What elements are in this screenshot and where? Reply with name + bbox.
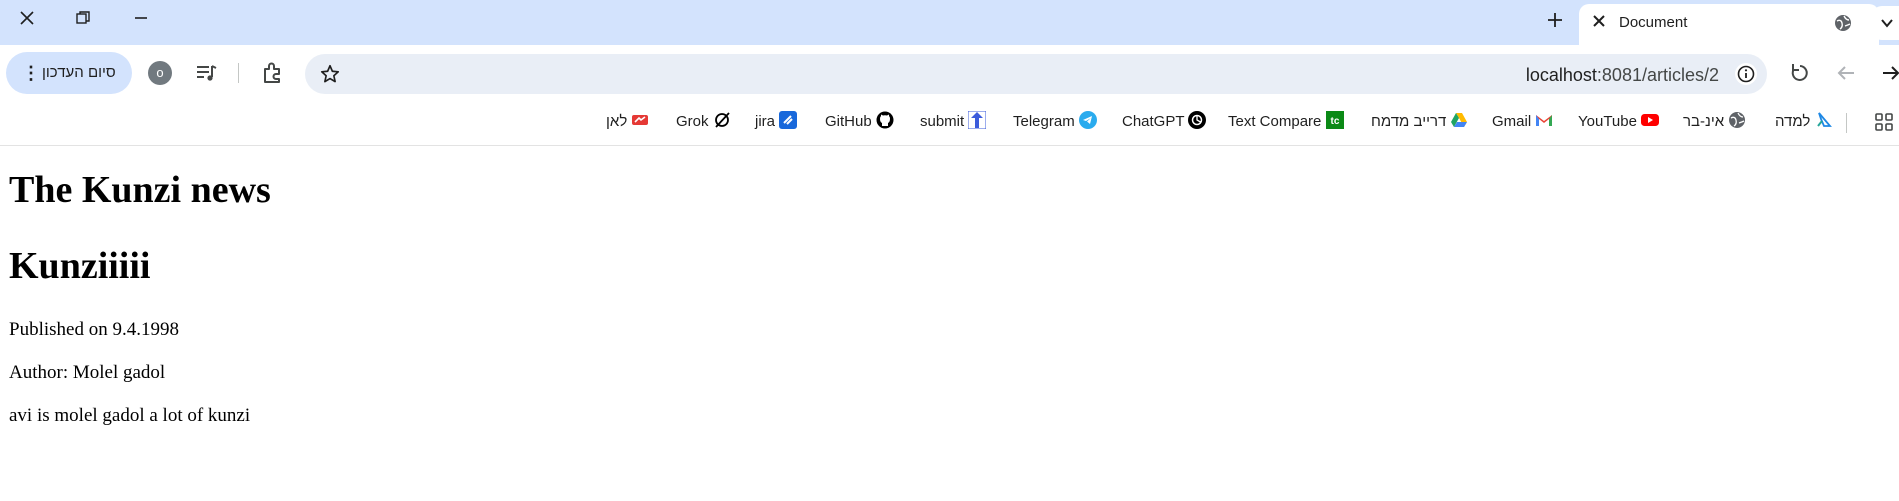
minimize-icon <box>135 17 147 19</box>
bookmark-github[interactable]: GitHub <box>825 111 894 133</box>
minimize-window-button[interactable] <box>121 8 161 32</box>
published-date: Published on 9.4.1998 <box>9 319 179 340</box>
update-button-label: סיום העדכון <box>42 64 116 81</box>
close-icon <box>20 11 34 25</box>
bookmark-label: GitHub <box>825 113 872 130</box>
url-path: :8081/articles/2 <box>1596 65 1719 85</box>
bookmark-label: דרייב מדמח <box>1371 113 1447 130</box>
bookmark-label: Telegram <box>1013 113 1075 130</box>
restore-icon <box>76 11 90 24</box>
bookmark-label: למדה <box>1775 113 1811 130</box>
telegram-icon <box>1078 111 1097 129</box>
address-bar[interactable]: localhost:8081/articles/2 <box>305 54 1767 94</box>
bookmark-chatgpt[interactable]: ChatGPT <box>1122 111 1207 133</box>
tab-strip: Document <box>0 0 1899 45</box>
chatgpt-icon <box>1188 111 1207 129</box>
bookmark-grok[interactable]: Grok <box>676 111 731 133</box>
browser-tab[interactable]: Document <box>1579 4 1879 45</box>
toolbar-separator <box>238 63 239 83</box>
restore-window-button[interactable] <box>63 8 103 32</box>
apps-grid-icon[interactable] <box>1874 112 1894 132</box>
info-icon <box>1737 65 1755 83</box>
forward-icon[interactable] <box>1878 60 1899 86</box>
globe-icon <box>1835 15 1851 31</box>
bookmark-text-compare[interactable]: Text Compare tc <box>1228 111 1344 133</box>
url-text[interactable]: localhost:8081/articles/2 <box>1526 64 1719 86</box>
bookmark-label: YouTube <box>1578 113 1637 130</box>
bookmark-jira[interactable]: jira <box>755 111 798 133</box>
bookmark-lamda[interactable]: למדה <box>1775 111 1833 133</box>
bookmark-gmail[interactable]: Gmail <box>1492 111 1553 133</box>
bookmarks-bar: לאן Grok jira GitHub submit Telegram Cha… <box>0 100 1899 146</box>
lan-icon <box>632 115 649 125</box>
extensions-icon[interactable] <box>260 60 286 86</box>
more-menu-icon: ⋮ <box>22 63 40 83</box>
bookmark-label: לאן <box>606 113 628 130</box>
globe-icon <box>1729 112 1746 128</box>
update-button[interactable]: ⋮ סיום העדכון <box>6 52 132 94</box>
toolbar: ⋮ סיום העדכון o localhost:8081/articles/… <box>0 45 1899 100</box>
bookmark-label: Gmail <box>1492 113 1532 130</box>
bookmark-label: Grok <box>676 113 709 130</box>
tab-search-button[interactable] <box>1872 6 1899 40</box>
star-icon[interactable] <box>319 63 341 85</box>
bookmark-submit[interactable]: submit <box>920 111 987 133</box>
back-icon[interactable] <box>1833 60 1859 86</box>
article-body: avi is molel gadol a lot of kunzi <box>9 405 251 426</box>
bookmarks-separator <box>1846 113 1847 133</box>
bookmark-lan[interactable]: לאן <box>606 111 649 133</box>
chevron-down-icon <box>1881 19 1893 28</box>
drive-icon <box>1451 113 1468 127</box>
bookmark-telegram[interactable]: Telegram <box>1013 111 1097 133</box>
article-author: Author: Molel gadol <box>9 362 166 383</box>
bookmark-label: submit <box>920 113 965 130</box>
reload-icon[interactable] <box>1787 60 1813 86</box>
svg-text:tc: tc <box>1330 116 1339 127</box>
tab-title: Document <box>1619 14 1688 31</box>
close-icon <box>1593 15 1605 27</box>
close-window-button[interactable] <box>7 8 47 32</box>
article-title: Kunziiiii <box>9 245 151 287</box>
tab-close-button[interactable] <box>1589 13 1609 33</box>
bookmark-in-bar[interactable]: אינ-בר <box>1683 111 1746 133</box>
bookmark-label: ChatGPT <box>1122 113 1185 130</box>
gmail-icon <box>1536 114 1553 126</box>
profile-avatar[interactable]: o <box>148 61 172 85</box>
jira-icon <box>779 111 798 129</box>
grok-icon <box>714 112 730 128</box>
media-control-icon[interactable] <box>193 60 219 86</box>
page-content: The Kunzi news Kunziiiii Published on 9.… <box>0 146 1899 501</box>
page-title: The Kunzi news <box>9 169 271 211</box>
plus-icon <box>1548 13 1562 27</box>
bookmark-label: jira <box>755 113 776 130</box>
bookmark-youtube[interactable]: YouTube <box>1578 111 1660 133</box>
submit-icon <box>968 111 987 129</box>
youtube-icon <box>1641 114 1660 126</box>
url-host: localhost <box>1525 65 1597 85</box>
new-tab-button[interactable] <box>1540 7 1570 35</box>
text-compare-icon: tc <box>1325 111 1344 129</box>
lamda-icon <box>1816 112 1832 127</box>
github-icon <box>876 111 894 129</box>
site-info-button[interactable] <box>1735 63 1757 85</box>
bookmark-drive[interactable]: דרייב מדמח <box>1371 111 1468 133</box>
bookmark-label: אינ-בר <box>1683 113 1725 130</box>
bookmark-label: Text Compare <box>1228 113 1322 130</box>
